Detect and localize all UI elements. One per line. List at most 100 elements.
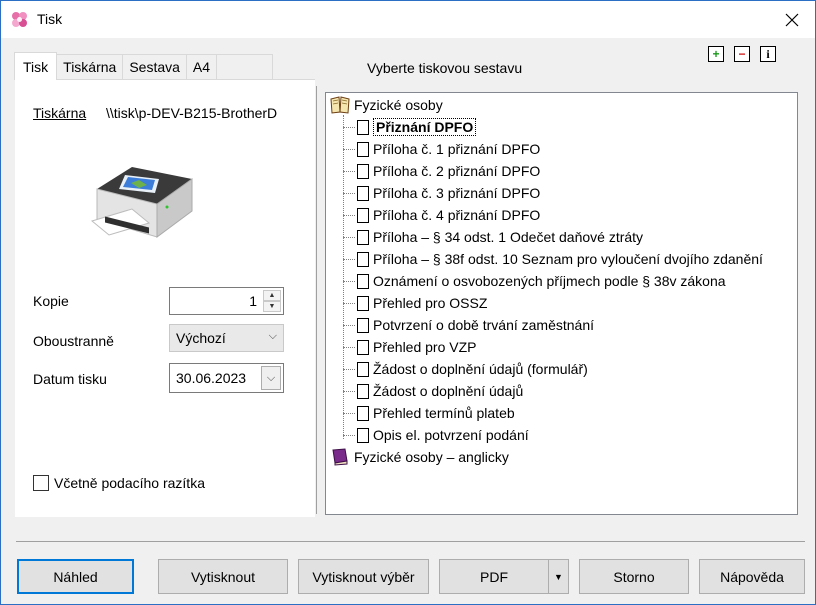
window-title: Tisk — [37, 11, 63, 27]
document-icon — [357, 427, 369, 443]
tree-item-label: Příloha č. 4 přiznání DPFO — [373, 207, 541, 223]
tree-item[interactable]: Příloha č. 1 přiznání DPFO — [357, 138, 540, 160]
tree-toolbar: + − i — [708, 46, 776, 62]
document-icon — [357, 163, 369, 179]
tree-connector-branch — [343, 171, 355, 172]
tree-connector-branch — [343, 391, 355, 392]
printer-label[interactable]: Tiskárna — [33, 105, 86, 121]
tree-item[interactable]: Žádost o doplnění údajů — [357, 380, 523, 402]
close-button[interactable] — [769, 1, 815, 38]
tree-connector-branch — [343, 149, 355, 150]
tab-a4[interactable]: A4 — [185, 54, 218, 80]
cancel-button[interactable]: Storno — [579, 559, 689, 594]
preview-button-label: Náhled — [53, 568, 98, 585]
tree-item[interactable]: Příloha – § 34 odst. 1 Odečet daňové ztr… — [357, 226, 643, 248]
tree-item-label: Přehled pro OSSZ — [373, 295, 488, 311]
document-icon — [357, 229, 369, 245]
tab-tisk[interactable]: Tisk — [14, 52, 58, 80]
tree-root-label: Fyzické osoby – anglicky — [354, 449, 509, 465]
tree-connector-branch — [343, 281, 355, 282]
printer-value: \\tisk\p-DEV-B215-BrotherD — [106, 105, 278, 121]
tree-item[interactable]: Přehled pro VZP — [357, 336, 477, 358]
date-value[interactable]: 30.06.2023 — [176, 370, 246, 386]
tree-item[interactable]: Opis el. potvrzení podání — [357, 424, 529, 446]
tree-item[interactable]: Přiznání DPFO — [357, 116, 477, 138]
tree-item[interactable]: Potvrzení o době trvání zaměstnání — [357, 314, 594, 336]
document-icon — [357, 295, 369, 311]
preview-button[interactable]: Náhled — [17, 559, 134, 594]
tree-item[interactable]: Příloha č. 2 přiznání DPFO — [357, 160, 540, 182]
document-icon — [357, 405, 369, 421]
tree-item-label: Žádost o doplnění údajů — [373, 383, 524, 399]
report-tree-header: Vyberte tiskovou sestavu — [367, 60, 523, 76]
tree-connector-branch — [343, 193, 355, 194]
spin-up-icon[interactable]: ▲ — [263, 290, 281, 301]
tree-item[interactable]: Přehled pro OSSZ — [357, 292, 487, 314]
dropdown-arrow-icon[interactable]: ▼ — [548, 560, 568, 593]
copies-stepper[interactable]: 1 ▲ ▼ — [169, 287, 284, 315]
tree-connector-branch — [343, 413, 355, 414]
document-icon — [357, 383, 369, 399]
tree-item[interactable]: Příloha č. 3 přiznání DPFO — [357, 182, 540, 204]
print-dialog: Tisk Tisk Tiskárna Sestava A4 Vyberte ti… — [0, 0, 816, 605]
tree-connector-branch — [343, 215, 355, 216]
tree-connector-branch — [343, 435, 355, 436]
date-label: Datum tisku — [33, 371, 107, 387]
title-bar: Tisk — [1, 1, 815, 38]
stamp-checkbox-label[interactable]: Včetně podacího razítka — [54, 475, 205, 491]
tree-item-label: Příloha – § 38f odst. 10 Seznam pro vylo… — [373, 251, 763, 267]
document-icon — [357, 273, 369, 289]
tree-item-label: Potvrzení o době trvání zaměstnání — [373, 317, 595, 333]
tree-item-label: Příloha – § 34 odst. 1 Odečet daňové ztr… — [373, 229, 644, 245]
document-icon — [357, 361, 369, 377]
duplex-select[interactable]: Výchozí ⌵ — [169, 324, 284, 352]
printer-icon — [87, 149, 197, 244]
calendar-dropdown-icon[interactable]: ⌵ — [261, 366, 281, 390]
tree-item[interactable]: Přehled termínů plateb — [357, 402, 515, 424]
document-icon — [357, 119, 369, 135]
duplex-value: Výchozí — [176, 330, 226, 346]
close-icon — [785, 13, 799, 26]
button-separator — [16, 541, 805, 542]
remove-icon[interactable]: − — [734, 46, 750, 62]
tab-tiskarna[interactable]: Tiskárna — [56, 54, 124, 80]
stamp-checkbox[interactable] — [33, 475, 49, 491]
tree-root-label: Fyzické osoby — [354, 97, 443, 113]
copies-value[interactable]: 1 — [249, 293, 257, 309]
tree-item-label: Příloha č. 2 přiznání DPFO — [373, 163, 541, 179]
open-book-icon — [330, 96, 350, 114]
tree-connector-branch — [343, 369, 355, 370]
info-icon[interactable]: i — [760, 46, 776, 62]
chevron-down-icon: ⌵ — [268, 330, 277, 342]
tree-root-fyzicke-osoby[interactable]: Fyzické osoby — [330, 94, 443, 116]
tree-item[interactable]: Příloha – § 38f odst. 10 Seznam pro vylo… — [357, 248, 763, 270]
closed-book-icon — [332, 448, 348, 466]
add-icon[interactable]: + — [708, 46, 724, 62]
spin-down-icon[interactable]: ▼ — [263, 301, 281, 312]
help-button-label: Nápověda — [720, 568, 784, 585]
tree-connector-branch — [343, 237, 355, 238]
document-icon — [357, 339, 369, 355]
document-icon — [357, 251, 369, 267]
date-picker[interactable]: 30.06.2023 ⌵ — [169, 363, 284, 393]
tree-root-fyzicke-osoby-anglicky[interactable]: Fyzické osoby – anglicky — [330, 446, 509, 468]
pdf-button-label: PDF — [480, 568, 508, 585]
print-selection-button[interactable]: Vytisknout výběr — [298, 559, 429, 594]
duplex-label: Oboustranně — [33, 333, 114, 349]
pdf-button[interactable]: PDF ▼ — [439, 559, 569, 594]
tree-item[interactable]: Žádost o doplnění údajů (formulář) — [357, 358, 588, 380]
document-icon — [357, 317, 369, 333]
tree-connector-branch — [343, 347, 355, 348]
tree-item-label: Oznámení o osvobozených příjmech podle §… — [373, 273, 726, 289]
tree-connector-branch — [343, 259, 355, 260]
tab-sestava[interactable]: Sestava — [122, 54, 187, 80]
tree-item-label: Přehled termínů plateb — [373, 405, 515, 421]
document-icon — [357, 185, 369, 201]
tab-strip: Tisk Tiskárna Sestava A4 — [14, 52, 274, 80]
help-button[interactable]: Nápověda — [699, 559, 805, 594]
tab-filler — [216, 54, 274, 80]
tree-item[interactable]: Příloha č. 4 přiznání DPFO — [357, 204, 540, 226]
tree-item[interactable]: Oznámení o osvobozených příjmech podle §… — [357, 270, 726, 292]
print-button[interactable]: Vytisknout — [158, 559, 288, 594]
tree-item-label: Žádost o doplnění údajů (formulář) — [373, 361, 588, 377]
